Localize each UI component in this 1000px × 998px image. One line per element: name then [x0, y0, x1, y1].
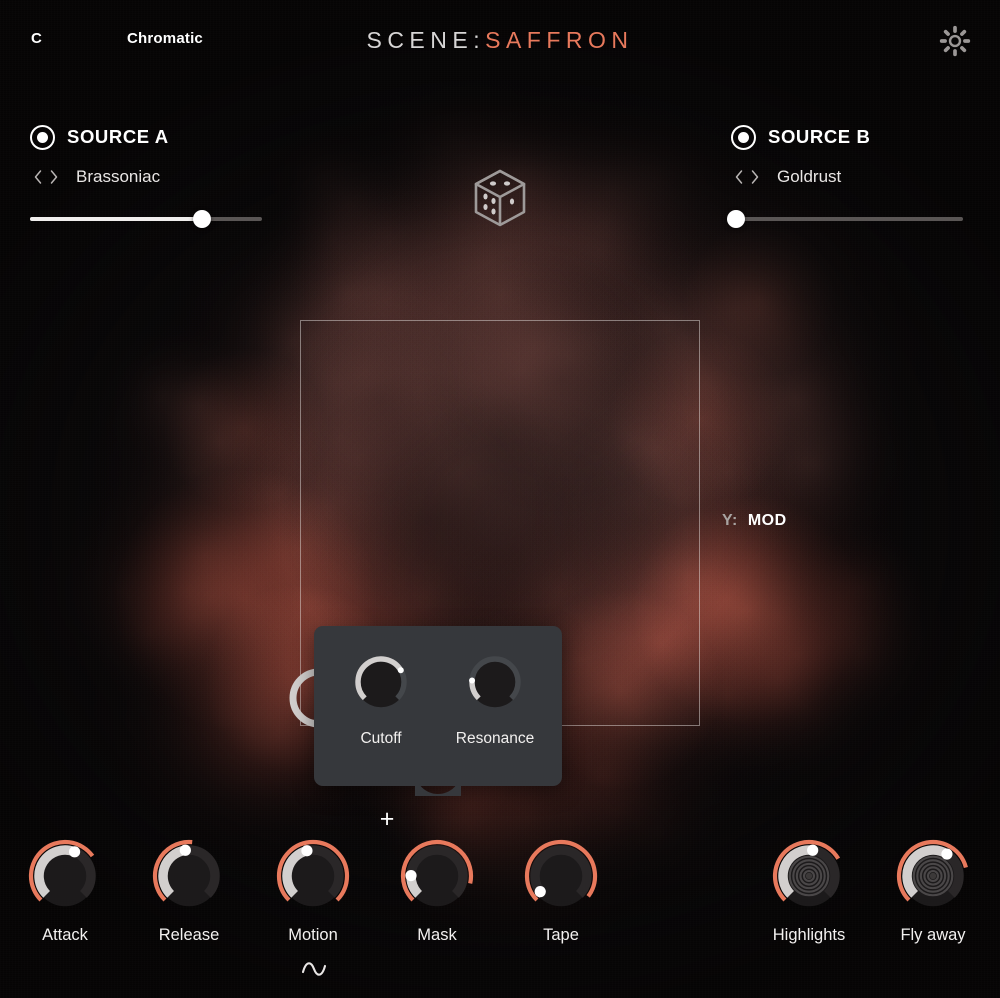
add-button-label: + — [379, 804, 395, 833]
popup-knob-cutoff: Cutoff — [338, 651, 424, 748]
slider-track — [731, 217, 963, 221]
effect-popup-panel: Cutoff Resonance — [314, 626, 562, 786]
xy-pad-y-axis: Y: MOD — [722, 512, 787, 530]
mask-knob[interactable] — [383, 836, 491, 916]
source-b-level-slider[interactable] — [726, 210, 963, 228]
chevron-right-icon[interactable] — [747, 167, 763, 187]
macro-knob-release: Release — [135, 836, 243, 945]
motion-knob[interactable] — [259, 836, 367, 916]
title-prefix: SCENE: — [366, 27, 486, 53]
source-a-enable-radio[interactable] — [30, 124, 55, 150]
resonance-label: Resonance — [455, 730, 535, 747]
source-b-panel: SOURCE B Goldrust — [726, 124, 971, 228]
page-title: SCENE:SAFFRON — [0, 27, 1000, 54]
macro-knob-label: Attack — [42, 926, 88, 944]
source-a-level-slider[interactable] — [30, 210, 262, 228]
macro-knob-attack: Attack — [11, 836, 119, 945]
source-b-preset-name[interactable]: Goldrust — [777, 167, 841, 187]
source-b-title: SOURCE B — [768, 126, 871, 147]
source-a-panel: SOURCE A Brassoniac — [30, 124, 450, 228]
slider-handle[interactable] — [726, 210, 745, 228]
release-knob[interactable] — [135, 836, 243, 916]
source-a-header: SOURCE A — [30, 124, 450, 150]
add-button[interactable]: + — [374, 806, 400, 832]
y-axis-label: Y: — [722, 512, 738, 529]
macro-knob-label: Release — [158, 926, 220, 944]
plugin-window: C Chromatic SCENE:SAFFRON SOURCE A Brass… — [0, 0, 1000, 998]
source-a-preset-name[interactable]: Brassoniac — [76, 167, 160, 187]
source-a-title: SOURCE A — [67, 126, 169, 147]
gear-icon[interactable] — [938, 24, 972, 58]
chevron-right-icon[interactable] — [46, 167, 62, 187]
y-axis-value[interactable]: MOD — [748, 512, 787, 529]
macro-knob-tape: Tape — [507, 836, 615, 945]
header-bar: C Chromatic SCENE:SAFFRON — [0, 0, 1000, 82]
macro-knob-fly-away: Fly away — [879, 836, 987, 945]
popup-knob-resonance: Resonance — [452, 651, 538, 748]
macro-knob-row: Attack Release Motion Mask Tape Highlights Fly… — [0, 836, 1000, 956]
chevron-left-icon[interactable] — [731, 167, 747, 187]
popup-knob-row: Cutoff Resonance — [314, 626, 562, 748]
popup-pointer — [415, 784, 461, 796]
macro-knob-label: Highlights — [772, 926, 846, 944]
slider-fill — [30, 217, 202, 221]
macro-knob-label: Fly away — [900, 926, 966, 944]
fly-away-knob[interactable] — [879, 836, 987, 916]
attack-knob[interactable] — [11, 836, 119, 916]
macro-knob-highlights: Highlights — [755, 836, 863, 945]
macro-knob-label: Motion — [288, 926, 338, 944]
source-b-preset-selector: Goldrust — [731, 166, 971, 188]
sine-wave-icon[interactable] — [298, 956, 330, 982]
highlights-knob[interactable] — [755, 836, 863, 916]
macro-knob-motion: Motion — [259, 836, 367, 945]
source-b-header: SOURCE B — [731, 124, 971, 150]
macro-knob-mask: Mask — [383, 836, 491, 945]
macro-knob-label: Tape — [543, 926, 579, 944]
source-b-enable-radio[interactable] — [731, 124, 756, 150]
dice-icon[interactable] — [472, 168, 528, 228]
slider-handle[interactable] — [192, 210, 211, 228]
resonance-knob[interactable] — [452, 651, 538, 713]
chevron-left-icon[interactable] — [30, 167, 46, 187]
macro-knob-label: Mask — [417, 926, 457, 944]
cutoff-label: Cutoff — [360, 730, 402, 747]
cutoff-knob[interactable] — [338, 651, 424, 713]
title-scene-name: SAFFRON — [485, 27, 634, 53]
tape-knob[interactable] — [507, 836, 615, 916]
source-a-preset-selector: Brassoniac — [30, 166, 450, 188]
